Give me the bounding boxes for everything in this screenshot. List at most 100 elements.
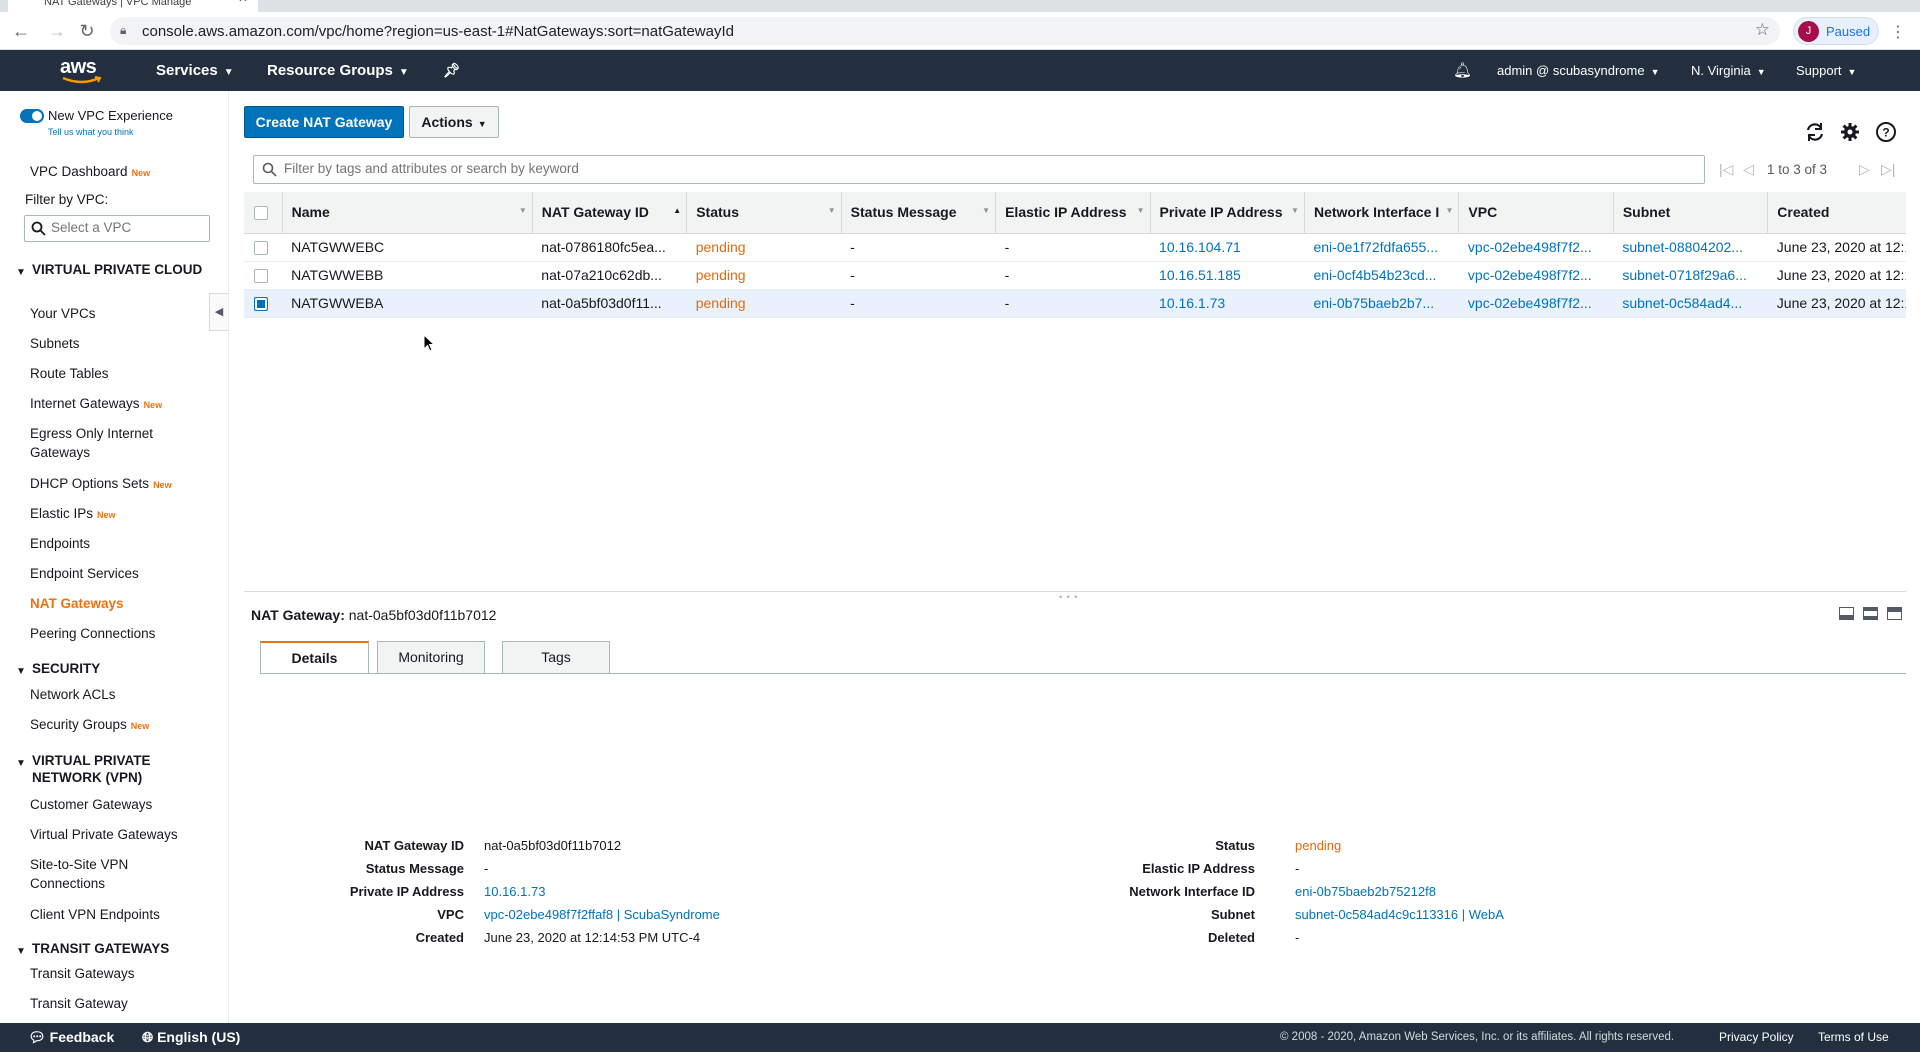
section-vpc[interactable]: ▼ VIRTUAL PRIVATE CLOUD [16,261,202,278]
vpc-select-input[interactable] [51,220,201,235]
row-checkbox[interactable] [254,241,268,256]
column-header[interactable]: Network Interface I ▼ [1304,192,1460,234]
row-checkbox-checked[interactable] [254,297,268,312]
column-header[interactable]: Created [1767,192,1906,234]
support-menu[interactable]: Support ▼ [1796,63,1856,78]
sidebar-item-site-to-site[interactable]: Site-to-Site VPN Connections [30,855,160,893]
filter-search-field[interactable] [253,155,1705,184]
bookmark-star-icon[interactable]: ☆ [1755,20,1770,40]
detail-value-link[interactable]: 10.16.1.73 [484,884,545,899]
filter-search-input[interactable] [284,161,1684,176]
sidebar-item-transit-gateways[interactable]: Transit Gateways [30,964,135,983]
sidebar-item-vpc-dashboard[interactable]: VPC Dashboard New [30,162,150,183]
cell-eni[interactable]: eni-0e1f72fdfa655... [1304,233,1459,262]
cell-private-ip[interactable]: 10.16.51.185 [1150,261,1305,290]
refresh-icon[interactable] [1804,121,1826,143]
collapse-sidebar-icon[interactable]: ◀ [209,293,228,331]
vpc-select[interactable] [24,215,210,242]
detail-value-link[interactable]: eni-0b75baeb2b75212f8 [1295,884,1436,899]
bell-icon[interactable]: 🔔︎ [1453,61,1472,79]
sidebar-item-security-groups[interactable]: Security Groups New [30,715,149,736]
sidebar-item-egress-only[interactable]: Egress Only Internet Gateways [30,424,200,462]
column-header[interactable]: Private IP Address ▼ [1150,192,1305,234]
sidebar-item-client-vpn[interactable]: Client VPN Endpoints [30,905,160,924]
cell-private-ip[interactable]: 10.16.104.71 [1150,233,1305,262]
aws-logo[interactable]: aws [60,56,104,86]
cell-vpc[interactable]: vpc-02ebe498f7f2... [1458,233,1614,262]
detail-value-link[interactable]: vpc-02ebe498f7f2ffaf8 | ScubaSyndrome [484,907,720,922]
browser-tab[interactable]: NAT Gateways | VPC Manage✕ [8,0,258,12]
gear-icon[interactable] [1839,121,1861,143]
layout-full-icon[interactable] [1887,607,1902,620]
region-menu[interactable]: N. Virginia ▼ [1691,63,1766,78]
cell-vpc[interactable]: vpc-02ebe498f7f2... [1458,289,1614,318]
prev-page-icon[interactable]: ◁ [1743,161,1754,178]
create-nat-gateway-button[interactable]: Create NAT Gateway [244,106,404,138]
sidebar-item-nat-gateways[interactable]: NAT Gateways [30,594,124,613]
panel-splitter[interactable]: • • • [244,591,1906,602]
cell-eni[interactable]: eni-0b75baeb2b7... [1304,289,1459,318]
cell-subnet[interactable]: subnet-0c584ad4... [1613,289,1768,318]
services-menu[interactable]: Services ▼ [156,62,234,79]
sidebar-item-internet-gateways[interactable]: Internet Gateways New [30,394,162,415]
feedback-link[interactable]: Tell us what you think [48,127,134,137]
cell-eni[interactable]: eni-0cf4b54b23cd... [1304,261,1459,290]
sidebar-item-endpoints[interactable]: Endpoints [30,534,90,553]
layout-bottom-icon[interactable] [1839,607,1854,620]
sidebar-item-your-vpcs[interactable]: Your VPCs [30,304,96,323]
sidebar-item-endpoint-services[interactable]: Endpoint Services [30,564,139,583]
forward-icon[interactable]: → [44,18,70,44]
tab-tags[interactable]: Tags [502,641,610,674]
sidebar-item-dhcp[interactable]: DHCP Options Sets New [30,474,172,495]
profile-button[interactable]: J Paused [1793,17,1879,45]
url-field[interactable]: 🔒︎ console.aws.amazon.com/vpc/home?regio… [110,17,1780,45]
tab-monitoring[interactable]: Monitoring [377,641,485,674]
back-icon[interactable]: ← [8,18,34,44]
terms-of-use-link[interactable]: Terms of Use [1818,1030,1889,1044]
drag-handle-icon[interactable]: • • • [1059,592,1078,602]
sidebar-item-peering[interactable]: Peering Connections [30,624,155,643]
sidebar-item-virtual-private-gateways[interactable]: Virtual Private Gateways [30,825,178,844]
resource-groups-menu[interactable]: Resource Groups ▼ [267,62,409,79]
detail-value-link[interactable]: subnet-0c584ad4c9c113316 | WebA [1295,907,1504,922]
column-header[interactable]: Name ▼ [282,192,533,234]
feedback-button[interactable]: 💬︎ Feedback [28,1029,114,1046]
new-vpc-experience-toggle[interactable] [20,109,44,123]
section-vpn[interactable]: ▼ VIRTUAL PRIVATE NETWORK (VPN) [16,752,190,786]
section-transit[interactable]: ▼ TRANSIT GATEWAYS [16,940,169,957]
column-header[interactable]: Status ▼ [686,192,842,234]
actions-button[interactable]: Actions ▼ [409,106,499,138]
column-header[interactable]: VPC [1458,192,1614,234]
cell-vpc[interactable]: vpc-02ebe498f7f2... [1458,261,1614,290]
section-security[interactable]: ▼ SECURITY [16,660,100,677]
column-header[interactable]: NAT Gateway ID ▲ [532,192,688,234]
row-checkbox[interactable] [254,269,268,284]
privacy-policy-link[interactable]: Privacy Policy [1719,1030,1794,1044]
account-menu[interactable]: admin @ scubasyndrome ▼ [1497,63,1660,78]
sidebar-item-customer-gateways[interactable]: Customer Gateways [30,795,152,814]
cell-subnet[interactable]: subnet-08804202... [1613,233,1768,262]
sidebar-item-transit-gateway[interactable]: Transit Gateway [30,994,128,1013]
pin-icon[interactable]: 📌︎ [443,62,461,79]
sidebar-item-network-acls[interactable]: Network ACLs [30,685,116,704]
sidebar-item-route-tables[interactable]: Route Tables [30,364,109,383]
layout-split-icon[interactable] [1863,607,1878,620]
browser-menu-icon[interactable]: ⋮ [1890,22,1906,42]
column-header[interactable]: Status Message ▼ [841,192,997,234]
column-header[interactable]: Elastic IP Address ▼ [995,192,1151,234]
table-row[interactable]: NATGWWEBB nat-07a210c62db... pending - -… [244,261,1906,290]
first-page-icon[interactable]: |◁ [1719,161,1733,178]
sidebar-item-subnets[interactable]: Subnets [30,334,80,353]
table-row[interactable]: NATGWWEBC nat-0786180fc5ea... pending - … [244,233,1906,262]
sidebar-item-elastic-ips[interactable]: Elastic IPs New [30,504,116,525]
cell-private-ip[interactable]: 10.16.1.73 [1150,289,1305,318]
language-selector[interactable]: 🌐︎ English (US) [142,1029,240,1046]
table-row-selected[interactable]: NATGWWEBA nat-0a5bf03d0f11... pending - … [244,289,1906,318]
select-all-checkbox[interactable] [254,206,268,221]
cell-subnet[interactable]: subnet-0718f29a6... [1613,261,1768,290]
column-header[interactable]: Subnet [1613,192,1769,234]
help-icon[interactable]: ? [1875,121,1897,143]
tab-details[interactable]: Details [260,641,369,674]
last-page-icon[interactable]: ▷| [1881,161,1895,178]
reload-icon[interactable]: ↻ [74,18,100,44]
